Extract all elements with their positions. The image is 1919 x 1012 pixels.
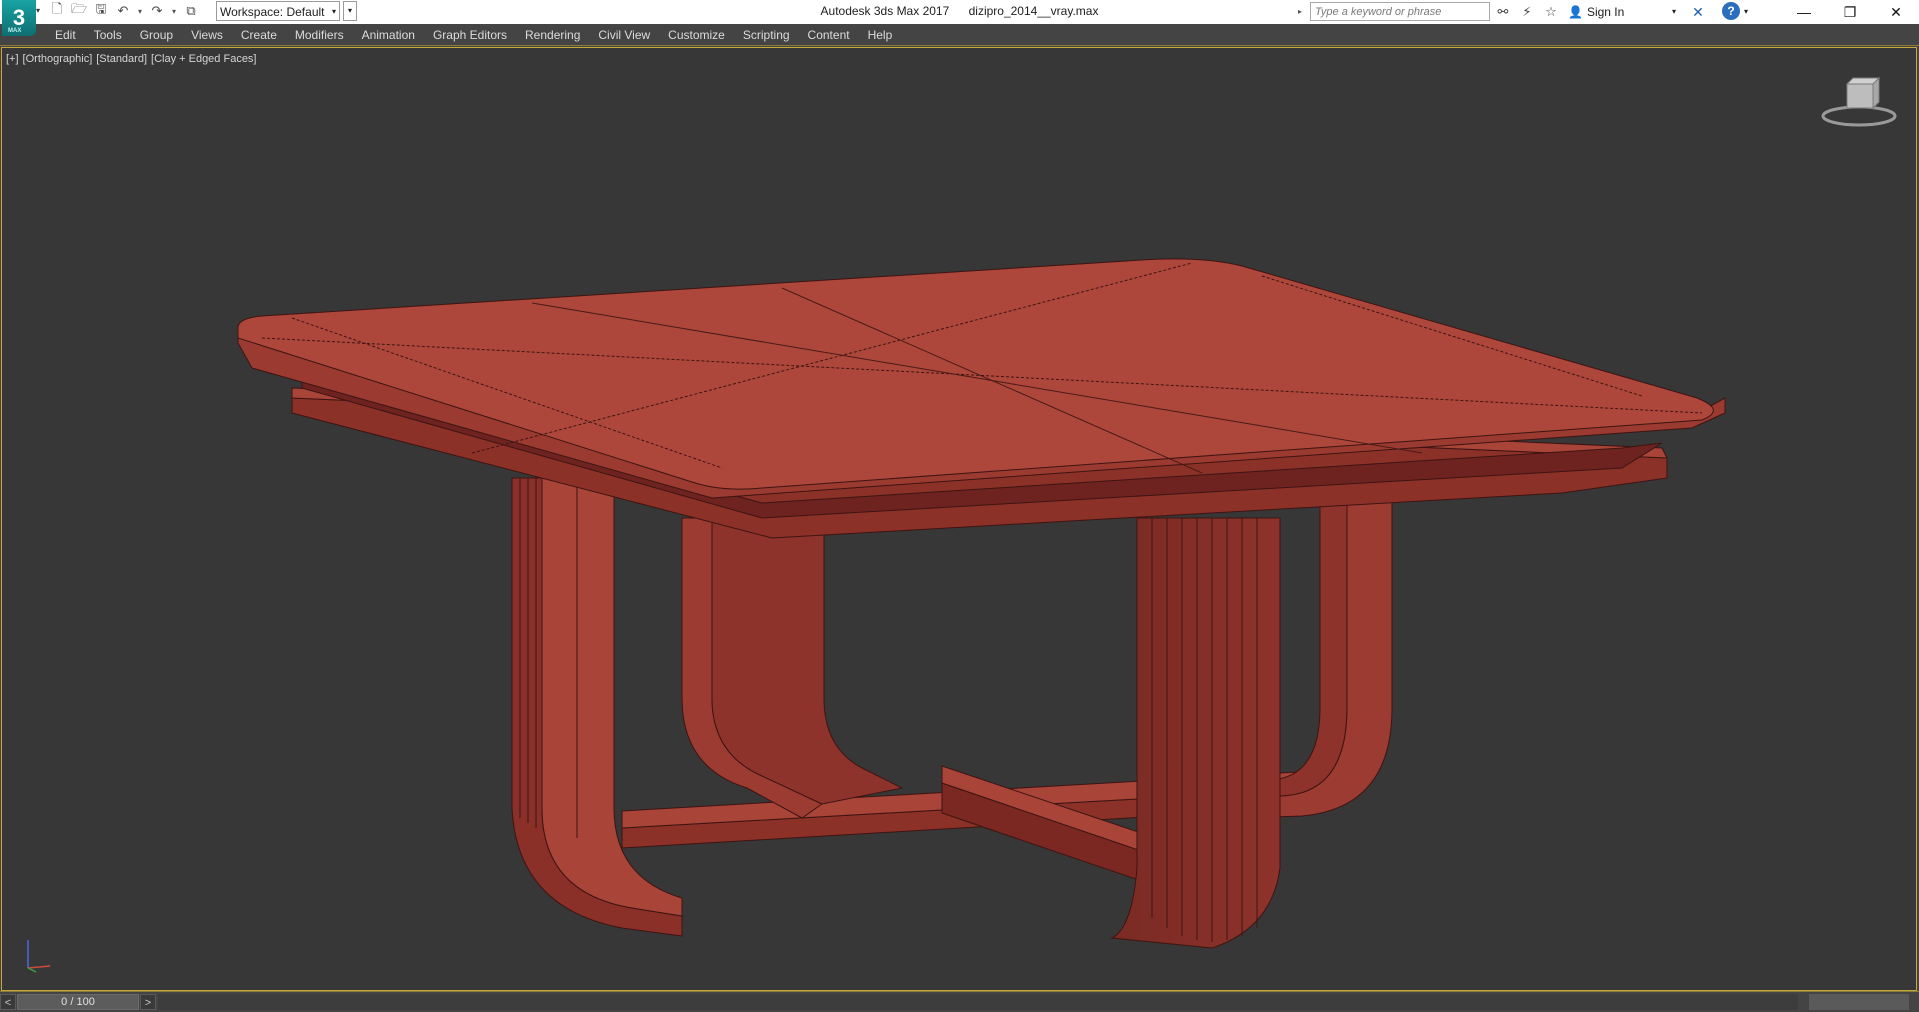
undo-icon[interactable]: ↶ — [114, 2, 132, 20]
track-scroll-handle[interactable] — [1809, 994, 1909, 1010]
next-frame-button[interactable]: > — [140, 994, 156, 1010]
communication-center-icon[interactable]: ⚡ — [1518, 2, 1536, 22]
infocenter-tools: ⚯ ⚡ ☆ — [1494, 2, 1560, 22]
save-file-icon[interactable]: 🖫 — [92, 1, 110, 20]
viewcube-icon[interactable] — [1820, 72, 1898, 132]
time-slider-thumb[interactable]: 0 / 100 — [17, 994, 139, 1010]
logo-caret-icon[interactable]: ▾ — [36, 6, 40, 15]
menu-customize[interactable]: Customize — [659, 24, 734, 46]
workspace-menu-icon[interactable]: ▾ — [343, 1, 357, 21]
perspective-viewport[interactable]: [+] [Orthographic] [Standard] [Clay + Ed… — [1, 47, 1917, 991]
menu-edit[interactable]: Edit — [46, 24, 85, 46]
sign-in-caret-icon[interactable]: ▾ — [1672, 2, 1676, 22]
menu-content[interactable]: Content — [799, 24, 859, 46]
sign-in-button[interactable]: 👤 Sign In — [1568, 2, 1624, 22]
viewport-plus-menu[interactable]: [+] — [6, 53, 19, 65]
menu-modifiers[interactable]: Modifiers — [286, 24, 353, 46]
workspace-caret-icon: ▾ — [331, 7, 336, 16]
scene-table-model[interactable] — [2, 48, 1917, 991]
search-input[interactable] — [1310, 2, 1490, 21]
axis-tripod-icon — [27, 940, 51, 973]
help-caret-icon[interactable]: ▾ — [1744, 2, 1748, 22]
table-leg-front-left — [511, 477, 683, 937]
minimize-icon[interactable]: — — [1781, 0, 1827, 24]
open-file-icon[interactable]: 🗁 — [70, 1, 88, 20]
new-file-icon[interactable]: 🗋 — [48, 1, 66, 20]
undo-caret-icon[interactable]: ▾ — [136, 7, 144, 16]
table-leg-front-right — [1110, 517, 1281, 949]
menu-create[interactable]: Create — [232, 24, 286, 46]
time-slider-bar: < 0 / 100 > — [0, 991, 1919, 1012]
menu-scripting[interactable]: Scripting — [734, 24, 799, 46]
viewport-view-menu[interactable]: [Orthographic] — [23, 53, 93, 65]
quick-access-toolbar: 🗋 🗁 🖫 ↶ ▾ ↷ ▾ ⧉ — [48, 1, 200, 20]
app-window: 3 MAX ▾ 🗋 🗁 🖫 ↶ ▾ ↷ ▾ ⧉ Workspace: Defau… — [0, 0, 1919, 1012]
menu-animation[interactable]: Animation — [353, 24, 424, 46]
help-button[interactable]: ? — [1722, 2, 1740, 20]
exchange-apps-icon[interactable]: ✕ — [1688, 2, 1708, 22]
close-icon[interactable]: ✕ — [1873, 0, 1919, 24]
project-folder-icon[interactable]: ⧉ — [182, 2, 200, 20]
menu-rendering[interactable]: Rendering — [516, 24, 589, 46]
menu-help[interactable]: Help — [859, 24, 902, 46]
sign-in-label: Sign In — [1586, 5, 1625, 19]
menu-tools[interactable]: Tools — [85, 24, 131, 46]
menu-group[interactable]: Group — [131, 24, 182, 46]
menu-graph-editors[interactable]: Graph Editors — [424, 24, 516, 46]
file-name: dizipro_2014__vray.max — [968, 4, 1099, 18]
binoculars-icon[interactable]: ⚯ — [1494, 2, 1512, 22]
viewport-label: [+] [Orthographic] [Standard] [Clay + Ed… — [6, 53, 257, 65]
menu-bar: Edit Tools Group Views Create Modifiers … — [0, 24, 1919, 46]
workspace-label: Workspace: Default — [220, 5, 325, 19]
workspace-dropdown[interactable]: Workspace: Default ▾ — [216, 1, 340, 21]
table-leg-back-left — [681, 517, 904, 819]
window-controls: — ❐ ✕ — [1781, 0, 1919, 24]
search-expand-icon[interactable]: ▸ — [1298, 2, 1308, 22]
redo-icon[interactable]: ↷ — [148, 2, 166, 20]
logo-subtext-icon: MAX — [8, 28, 22, 34]
favorites-star-icon[interactable]: ☆ — [1542, 2, 1560, 22]
time-track[interactable] — [158, 994, 1798, 1010]
viewport-standard-menu[interactable]: [Standard] — [96, 53, 147, 65]
menu-civil-view[interactable]: Civil View — [589, 24, 659, 46]
user-icon: 👤 — [1568, 5, 1583, 19]
redo-caret-icon[interactable]: ▾ — [170, 7, 178, 16]
app-logo-button[interactable]: 3 MAX — [2, 0, 36, 36]
menu-views[interactable]: Views — [182, 24, 232, 46]
title-bar: 3 MAX ▾ 🗋 🗁 🖫 ↶ ▾ ↷ ▾ ⧉ Workspace: Defau… — [0, 0, 1919, 36]
viewport-shading-menu[interactable]: [Clay + Edged Faces] — [151, 53, 256, 65]
prev-frame-button[interactable]: < — [0, 994, 16, 1010]
app-name: Autodesk 3ds Max 2017 — [820, 4, 950, 18]
restore-icon[interactable]: ❐ — [1827, 0, 1873, 24]
